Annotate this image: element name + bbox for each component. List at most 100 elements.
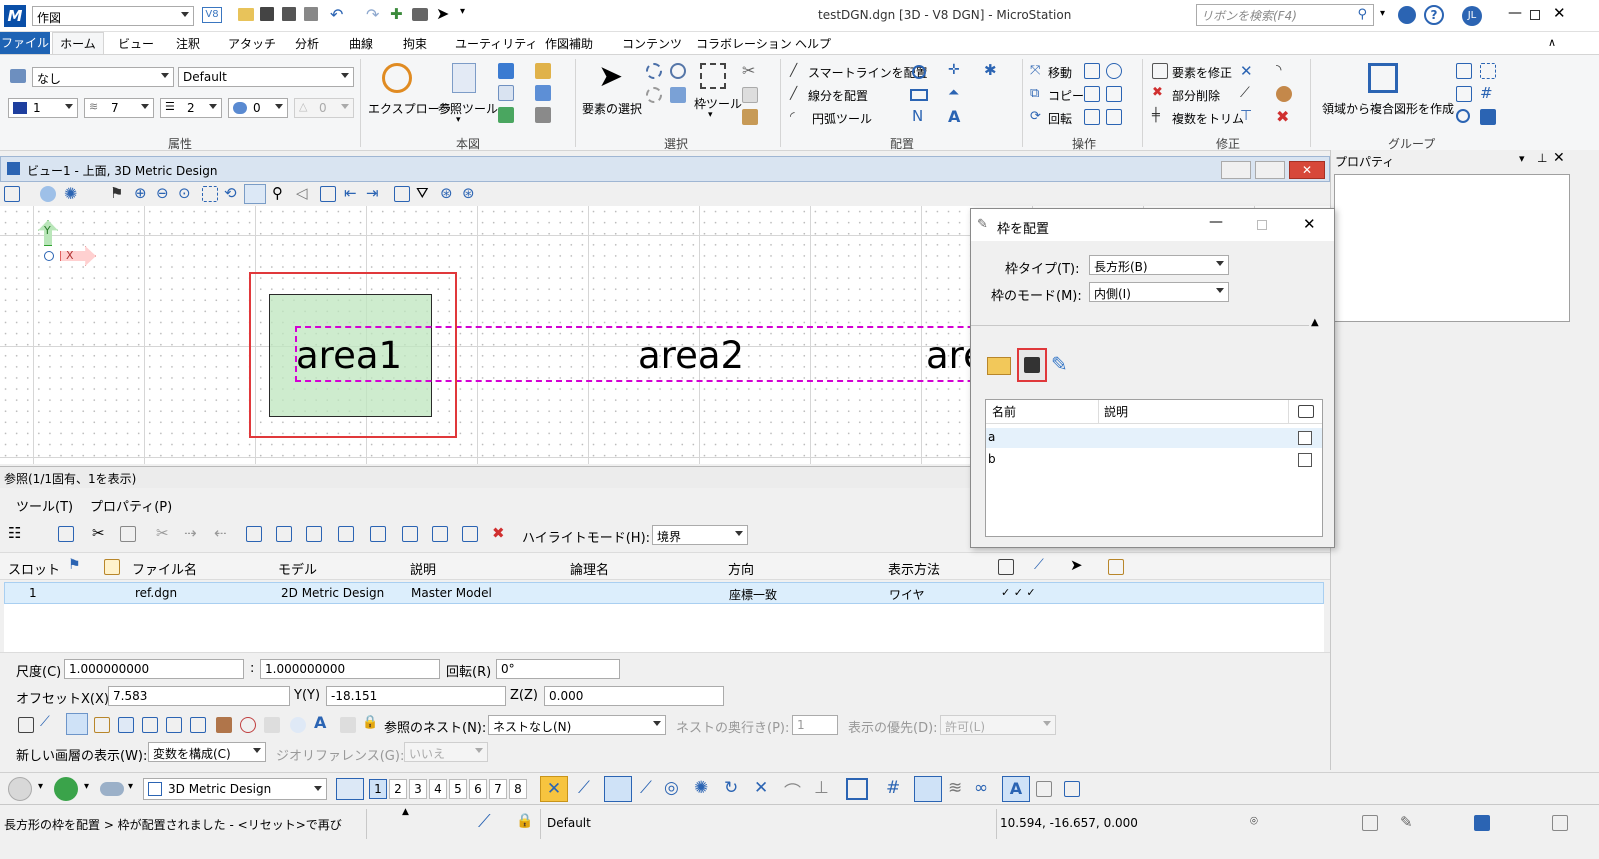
list-item[interactable]: a: [986, 428, 1322, 448]
active-model-combo[interactable]: 3D Metric Design: [143, 778, 327, 800]
smartline-button[interactable]: スマートラインを配置: [808, 64, 928, 81]
offset-x-input[interactable]: 7.583: [108, 686, 290, 706]
block-icon[interactable]: [910, 89, 928, 101]
text-icon[interactable]: A: [948, 107, 960, 126]
save-fence-button[interactable]: [1017, 348, 1047, 382]
scale-line-styles-icon[interactable]: [142, 717, 158, 733]
create-region-icon[interactable]: [1368, 63, 1398, 93]
paste-icon[interactable]: [742, 109, 758, 125]
select-arrow-icon[interactable]: ➤: [436, 4, 449, 23]
tab-view[interactable]: ビュー: [118, 35, 154, 52]
place-line-button[interactable]: 線分を配置: [808, 87, 868, 104]
search-icon[interactable]: ⚲: [1357, 7, 1367, 22]
scale-reference-input[interactable]: 1.000000000: [260, 659, 440, 679]
back-icon[interactable]: [8, 777, 32, 801]
reference-tool-icon[interactable]: [452, 63, 476, 93]
list-item-checkbox[interactable]: [1298, 453, 1312, 467]
move-button[interactable]: 移動: [1048, 64, 1072, 81]
smartline-icon[interactable]: ╱: [790, 63, 797, 77]
dialog-minimize-icon[interactable]: —: [1209, 214, 1223, 230]
dialog-close-icon[interactable]: ✕: [1303, 215, 1316, 233]
column-file-icon[interactable]: [104, 559, 120, 575]
copy-button[interactable]: コピー: [1048, 87, 1084, 104]
named-group-icon[interactable]: [1480, 109, 1496, 125]
offset-icon[interactable]: [1084, 63, 1100, 79]
connection-status-icon[interactable]: [1474, 815, 1490, 831]
tab-content[interactable]: コンテンツ: [622, 35, 682, 52]
mirror-icon[interactable]: [1084, 86, 1100, 102]
cells-icon[interactable]: [535, 107, 551, 123]
tab-annotate[interactable]: 注釈: [176, 35, 200, 52]
rotation-input[interactable]: 0°: [496, 659, 620, 679]
nest-depth-input[interactable]: 1: [792, 715, 838, 735]
fence-mode-combo[interactable]: 内側(I): [1089, 282, 1229, 302]
model-type-dropdown-icon[interactable]: ▾: [128, 781, 133, 792]
snap-toggle-icon[interactable]: ⟋: [40, 714, 50, 730]
view-restore-button[interactable]: [1255, 161, 1285, 179]
partial-delete-icon[interactable]: ✖: [1152, 85, 1163, 100]
clip-boundary-icon[interactable]: ✂: [156, 524, 169, 542]
tab-attach[interactable]: アタッチ: [228, 35, 276, 52]
lighting-icon[interactable]: ✺: [64, 184, 77, 203]
group-icon[interactable]: [1456, 63, 1472, 79]
grid-icon[interactable]: #: [1480, 84, 1493, 102]
camera-icon[interactable]: ⛛: [416, 184, 429, 202]
column-locate-icon[interactable]: ➤: [1070, 556, 1083, 574]
sheet-status-icon[interactable]: [1362, 815, 1378, 831]
zoom-out-icon[interactable]: ⊖: [156, 184, 169, 202]
color-combo[interactable]: 1: [8, 98, 78, 118]
point-icon[interactable]: ✛: [948, 62, 960, 78]
mirror-h-reference-icon[interactable]: [306, 526, 322, 542]
copy-reference-icon[interactable]: ⇠: [214, 524, 227, 542]
active-level[interactable]: Default: [547, 816, 591, 830]
lock-toggle-icon[interactable]: [94, 717, 110, 733]
rotate-icon[interactable]: ⟳: [1030, 109, 1041, 124]
display-toggle-icon[interactable]: [18, 717, 34, 733]
modify-element-button[interactable]: 要素を修正: [1172, 64, 1232, 81]
association-icon[interactable]: [1036, 781, 1052, 797]
snap-intersection-icon[interactable]: ✕: [754, 778, 768, 798]
column-display-toggle-icon[interactable]: [1298, 405, 1314, 418]
style-combo[interactable]: Default: [178, 67, 354, 87]
column-presentation[interactable]: 表示方法: [888, 559, 940, 578]
reload-reference-icon[interactable]: [120, 526, 136, 542]
compress-icon[interactable]: [304, 7, 318, 21]
rotate-view-icon[interactable]: ⟲: [224, 184, 237, 202]
fillet-icon[interactable]: ◝: [1276, 62, 1281, 78]
tab-curves[interactable]: 曲線: [349, 35, 373, 52]
delete-clip-icon[interactable]: [402, 526, 418, 542]
array-icon[interactable]: [1106, 63, 1122, 79]
annotation-scale-icon[interactable]: A: [314, 713, 326, 732]
snap-center-icon[interactable]: ◎: [664, 778, 679, 798]
ribbon-search[interactable]: リボンを検索(F4) ⚲: [1196, 4, 1374, 26]
properties-menu-icon[interactable]: ▾: [1519, 152, 1525, 165]
arc-tool-button[interactable]: 円弧ツール: [812, 110, 872, 127]
zoom-in-icon[interactable]: ⊕: [134, 184, 147, 202]
column-description-header[interactable]: 説明: [1104, 403, 1128, 420]
select-by-attr-icon[interactable]: [670, 87, 686, 103]
pin-icon[interactable]: ✚: [390, 5, 403, 23]
column-name[interactable]: 名前: [992, 403, 1016, 420]
trim-multiple-button[interactable]: 複数をトリム: [1172, 110, 1244, 127]
treat-as-element-icon[interactable]: [166, 717, 182, 733]
references-menu-properties[interactable]: プロパティ(P): [90, 496, 172, 515]
snap-mode-icon[interactable]: ⟋: [478, 811, 491, 832]
star-icon[interactable]: ✱: [984, 61, 997, 79]
rotate-reference-icon[interactable]: [276, 526, 292, 542]
element-selection-icon[interactable]: ➤: [598, 59, 623, 94]
copy-view-icon[interactable]: ⇤: [344, 184, 357, 202]
stretch-icon[interactable]: [1106, 109, 1122, 125]
level-override-icon[interactable]: [264, 717, 280, 733]
raster-icon[interactable]: [216, 717, 232, 733]
move-reference-icon[interactable]: ⇢: [184, 524, 197, 542]
microstation-logo-icon[interactable]: M: [4, 5, 26, 27]
snap-tangent-icon[interactable]: ⌒: [784, 778, 801, 803]
references-list-icon[interactable]: ☷: [8, 524, 21, 542]
offset-z-input[interactable]: 0.000: [544, 686, 724, 706]
forward-icon[interactable]: [54, 777, 78, 801]
fit-view-icon[interactable]: [202, 186, 218, 202]
modify-element-icon[interactable]: [1152, 63, 1168, 79]
locate-toggle-icon[interactable]: [66, 713, 88, 735]
list-item[interactable]: b: [986, 450, 1322, 470]
minimize-icon[interactable]: —: [1508, 5, 1522, 21]
